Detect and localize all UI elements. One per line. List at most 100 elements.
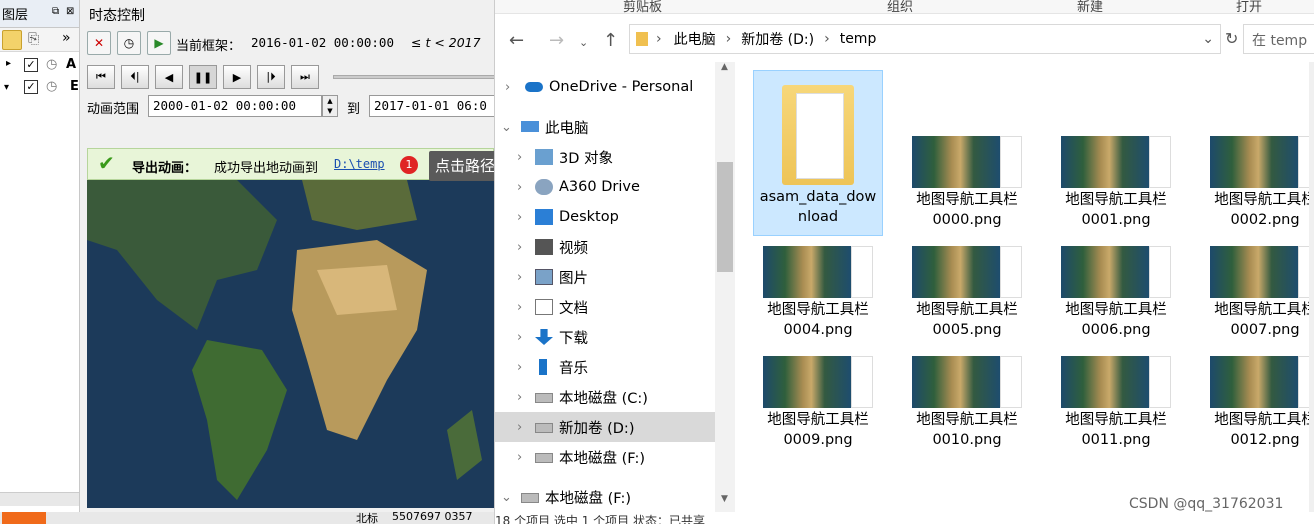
more-tools-icon[interactable]: » <box>62 30 71 46</box>
layer-checkbox[interactable]: ✓ <box>24 58 38 72</box>
layer-checkbox[interactable]: ✓ <box>24 80 38 94</box>
nav-item[interactable]: › 3D 对象 <box>495 142 715 172</box>
nav-item[interactable]: › OneDrive - Personal <box>495 72 715 102</box>
chevron-down-icon[interactable]: ⌄ <box>501 120 512 135</box>
panel-float-icon[interactable]: ⧉ <box>52 6 59 17</box>
chevron-right-icon[interactable]: › <box>517 450 522 465</box>
gis-app-window: 图层 ⧉ ⊠ ⎘ » ▸ ✓ ◷ A ▾ ✓ ◷ E 时态控制 ✕ ◷ ▶ 当前… <box>0 0 494 524</box>
first-frame-button[interactable]: ⏮ <box>87 65 115 89</box>
file-item[interactable]: 地图导航工具栏 0000.png <box>902 126 1032 230</box>
nav-item[interactable]: › 下载 <box>495 322 715 352</box>
chevron-right-icon[interactable]: › <box>517 270 522 285</box>
play-time-icon[interactable]: ▶ <box>147 31 171 55</box>
file-name: asam_data_dow <box>759 189 877 205</box>
step-back-button[interactable]: ◀ <box>155 65 183 89</box>
pause-button[interactable]: ❚❚ <box>189 65 217 89</box>
back-arrow-icon[interactable]: ← <box>509 30 524 51</box>
range-end-field[interactable]: 2017-01-01 06:0 <box>369 95 494 117</box>
range-start-field[interactable]: 2000-01-02 00:00:00 <box>148 95 322 117</box>
chevron-right-icon[interactable]: › <box>517 330 522 345</box>
file-name-line2: nload <box>797 209 839 225</box>
nav-item[interactable]: › 视频 <box>495 232 715 262</box>
recent-dropdown-icon[interactable]: ⌄ <box>579 36 588 49</box>
ribbon-open[interactable]: 打开 <box>1236 0 1262 15</box>
breadcrumb-drive[interactable]: 新加卷 (D:) <box>741 29 814 49</box>
address-box[interactable]: › 此电脑 › 新加卷 (D:) › temp ⌄ <box>629 24 1221 54</box>
last-frame-button[interactable]: ⏭ <box>291 65 319 89</box>
nav-item[interactable]: › 文档 <box>495 292 715 322</box>
nav-item[interactable]: › 本地磁盘 (C:) <box>495 382 715 412</box>
nav-item[interactable]: ⌄ 此电脑 <box>495 112 711 142</box>
clock-button-icon[interactable]: ◷ <box>117 31 141 55</box>
image-thumbnail <box>763 356 873 408</box>
expand-icon[interactable]: ▾ <box>4 82 9 93</box>
chevron-right-icon[interactable]: › <box>517 240 522 255</box>
prev-frame-button[interactable]: ⏴| <box>121 65 149 89</box>
panel-close-icon[interactable]: ⊠ <box>66 6 74 17</box>
video-icon <box>535 239 553 255</box>
scroll-thumb[interactable] <box>717 162 733 272</box>
nav-item[interactable]: › 音乐 <box>495 352 715 382</box>
chevron-right-icon[interactable]: › <box>517 300 522 315</box>
play-button[interactable]: ▶ <box>223 65 251 89</box>
search-input[interactable]: 在 temp <box>1243 24 1314 54</box>
file-item[interactable]: 地图导航工具栏 0005.png <box>902 236 1032 340</box>
range-start-spinner[interactable]: ▲ ▼ <box>322 95 338 117</box>
chevron-right-icon[interactable]: › <box>517 420 522 435</box>
nav-item[interactable]: ⌄ 本地磁盘 (F:) <box>495 482 711 512</box>
collapse-icon[interactable]: ▸ <box>6 58 11 69</box>
file-item[interactable]: 地图导航工具栏 0007.png <box>1200 236 1314 340</box>
folder-item[interactable]: asam_data_download <box>753 70 883 236</box>
file-explorer-window: 剪贴板 组织 新建 打开 ← → ⌄ ↑ › 此电脑 › 新加卷 (D:) › … <box>494 0 1314 524</box>
file-item[interactable]: 地图导航工具栏 0009.png <box>753 346 883 450</box>
chevron-down-icon[interactable]: ⌄ <box>501 490 512 505</box>
nav-item-label: Desktop <box>559 209 619 225</box>
chevron-right-icon[interactable]: › <box>517 390 522 405</box>
ribbon-new[interactable]: 新建 <box>1077 0 1103 15</box>
layer-name[interactable]: E <box>70 79 79 94</box>
forward-arrow-icon[interactable]: → <box>549 30 564 51</box>
world-map[interactable] <box>87 180 494 508</box>
nav-item[interactable]: › Desktop <box>495 202 715 232</box>
taskbar-app-icon[interactable] <box>2 512 46 524</box>
up-arrow-icon[interactable]: ↑ <box>603 30 618 51</box>
chevron-right-icon[interactable]: › <box>517 210 522 225</box>
scroll-down-icon[interactable]: ▼ <box>721 494 728 504</box>
chevron-right-icon[interactable]: › <box>517 180 522 195</box>
csdn-watermark: CSDN @qq_31762031 <box>1129 496 1284 512</box>
brush-icon[interactable] <box>2 30 22 50</box>
layer-tool-icon[interactable]: ⎘ <box>28 31 39 47</box>
refresh-icon[interactable]: ↻ <box>1225 29 1238 48</box>
nav-item[interactable]: › 新加卷 (D:) <box>495 412 715 442</box>
nav-item[interactable]: › A360 Drive <box>495 172 715 202</box>
file-item[interactable]: 地图导航工具栏 0012.png <box>1200 346 1314 450</box>
status-prefix: 北标 <box>356 512 378 524</box>
chevron-right-icon[interactable]: › <box>517 360 522 375</box>
address-dropdown-icon[interactable]: ⌄ <box>1202 31 1214 47</box>
chevron-right-icon[interactable]: › <box>505 80 510 95</box>
breadcrumb-computer[interactable]: 此电脑 <box>674 29 716 49</box>
next-frame-button[interactable]: |⏵ <box>257 65 285 89</box>
nav-scrollbar[interactable]: ▲ ▼ <box>715 62 735 512</box>
export-path-link[interactable]: D:\temp <box>334 157 385 171</box>
file-item[interactable]: 地图导航工具栏 0011.png <box>1051 346 1181 450</box>
breadcrumb-temp[interactable]: temp <box>840 31 877 47</box>
chevron-right-icon[interactable]: › <box>517 150 522 165</box>
nav-item[interactable]: › 本地磁盘 (F:) <box>495 442 715 472</box>
clear-time-icon[interactable]: ✕ <box>87 31 111 55</box>
ribbon-clipboard[interactable]: 剪贴板 <box>623 0 662 15</box>
nav-item[interactable]: › 图片 <box>495 262 715 292</box>
ribbon-organize[interactable]: 组织 <box>887 0 913 15</box>
file-item[interactable]: 地图导航工具栏 0001.png <box>1051 126 1181 230</box>
scroll-up-icon[interactable]: ▲ <box>721 62 728 72</box>
file-item[interactable]: 地图导航工具栏 0006.png <box>1051 236 1181 340</box>
chevron-right-icon: › <box>824 31 830 47</box>
layers-hscrollbar[interactable] <box>0 492 79 506</box>
time-slider[interactable] <box>333 75 494 79</box>
layer-name[interactable]: A <box>66 57 76 72</box>
grid-scrollbar[interactable] <box>1309 62 1314 512</box>
file-item[interactable]: 地图导航工具栏 0004.png <box>753 236 883 340</box>
image-thumbnail <box>1210 356 1314 408</box>
file-item[interactable]: 地图导航工具栏 0002.png <box>1200 126 1314 230</box>
file-item[interactable]: 地图导航工具栏 0010.png <box>902 346 1032 450</box>
